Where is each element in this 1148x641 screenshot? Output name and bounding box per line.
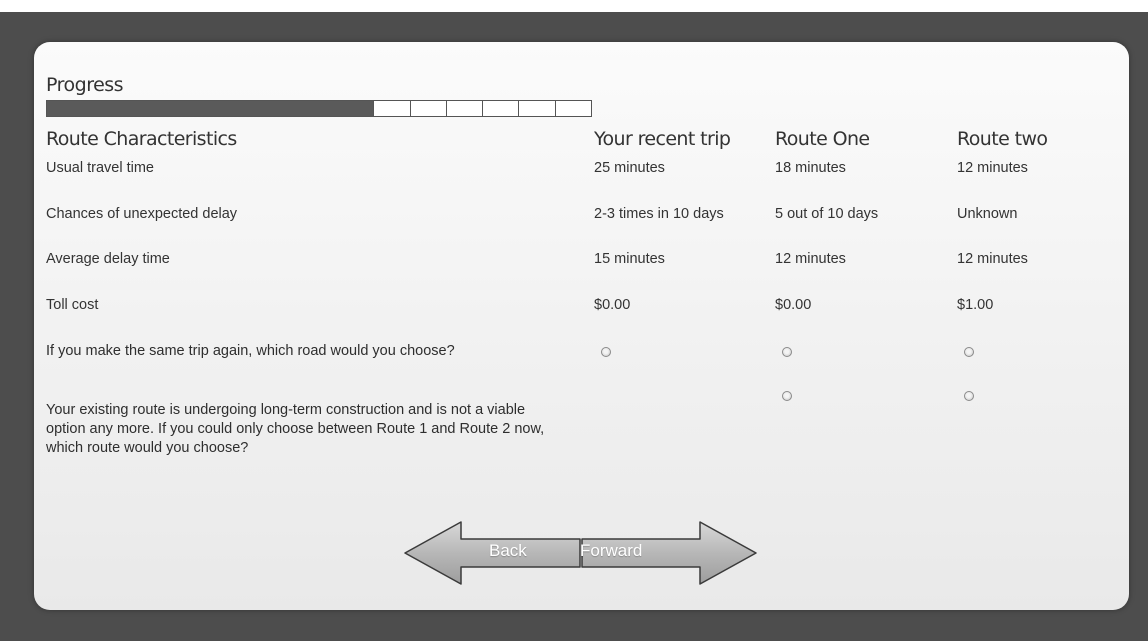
cell-route-one-delay-time: 12 minutes xyxy=(775,251,846,267)
q1-radio-recent-trip[interactable] xyxy=(601,347,611,357)
progress-segment xyxy=(409,101,446,116)
header-route-characteristics: Route Characteristics xyxy=(46,128,237,150)
back-button-label: Back xyxy=(489,541,527,560)
progress-segment xyxy=(482,101,518,116)
cell-route-two-travel-time: 12 minutes xyxy=(957,160,1028,176)
q2-radio-route-one[interactable] xyxy=(782,391,792,401)
cell-recent-delay-chance: 2-3 times in 10 days xyxy=(594,206,724,222)
q2-radio-route-two[interactable] xyxy=(964,391,974,401)
progress-bar xyxy=(46,100,592,117)
progress-remaining xyxy=(373,101,591,116)
q1-radio-route-one[interactable] xyxy=(782,347,792,357)
cell-recent-travel-time: 25 minutes xyxy=(594,160,665,176)
forward-button-label: Forward xyxy=(580,541,643,560)
cell-route-one-delay-chance: 5 out of 10 days xyxy=(775,206,879,222)
progress-segment xyxy=(518,101,554,116)
header-your-recent-trip: Your recent trip xyxy=(594,128,731,150)
back-button[interactable]: Back xyxy=(404,520,582,586)
cell-recent-delay-time: 15 minutes xyxy=(594,251,665,267)
question-construction: Your existing route is undergoing long-t… xyxy=(46,402,545,456)
window-top-edge xyxy=(0,0,1148,12)
progress-segment xyxy=(373,101,409,116)
progress-segment xyxy=(554,101,591,116)
survey-card: Progress Route Characteristics Your rece… xyxy=(34,42,1129,610)
cell-route-one-travel-time: 18 minutes xyxy=(775,160,846,176)
row-label-delay-chance: Chances of unexpected delay xyxy=(46,206,238,222)
cell-route-two-delay-chance: Unknown xyxy=(957,206,1018,222)
question-same-trip: If you make the same trip again, which r… xyxy=(46,343,455,359)
header-route-one: Route One xyxy=(775,128,870,150)
progress-segment xyxy=(445,101,482,116)
cell-route-two-toll-cost: $1.00 xyxy=(957,297,994,313)
progress-title: Progress xyxy=(46,74,124,96)
cell-recent-toll-cost: $0.00 xyxy=(594,297,631,313)
cell-route-two-delay-time: 12 minutes xyxy=(957,251,1028,267)
q1-radio-route-two[interactable] xyxy=(964,347,974,357)
forward-button[interactable]: Forward xyxy=(580,520,758,586)
cell-route-one-toll-cost: $0.00 xyxy=(775,297,812,313)
row-label-travel-time: Usual travel time xyxy=(46,160,154,176)
header-route-two: Route two xyxy=(957,128,1048,150)
progress-fill xyxy=(47,101,374,116)
row-label-toll-cost: Toll cost xyxy=(46,297,99,313)
row-label-delay-time: Average delay time xyxy=(46,251,170,267)
